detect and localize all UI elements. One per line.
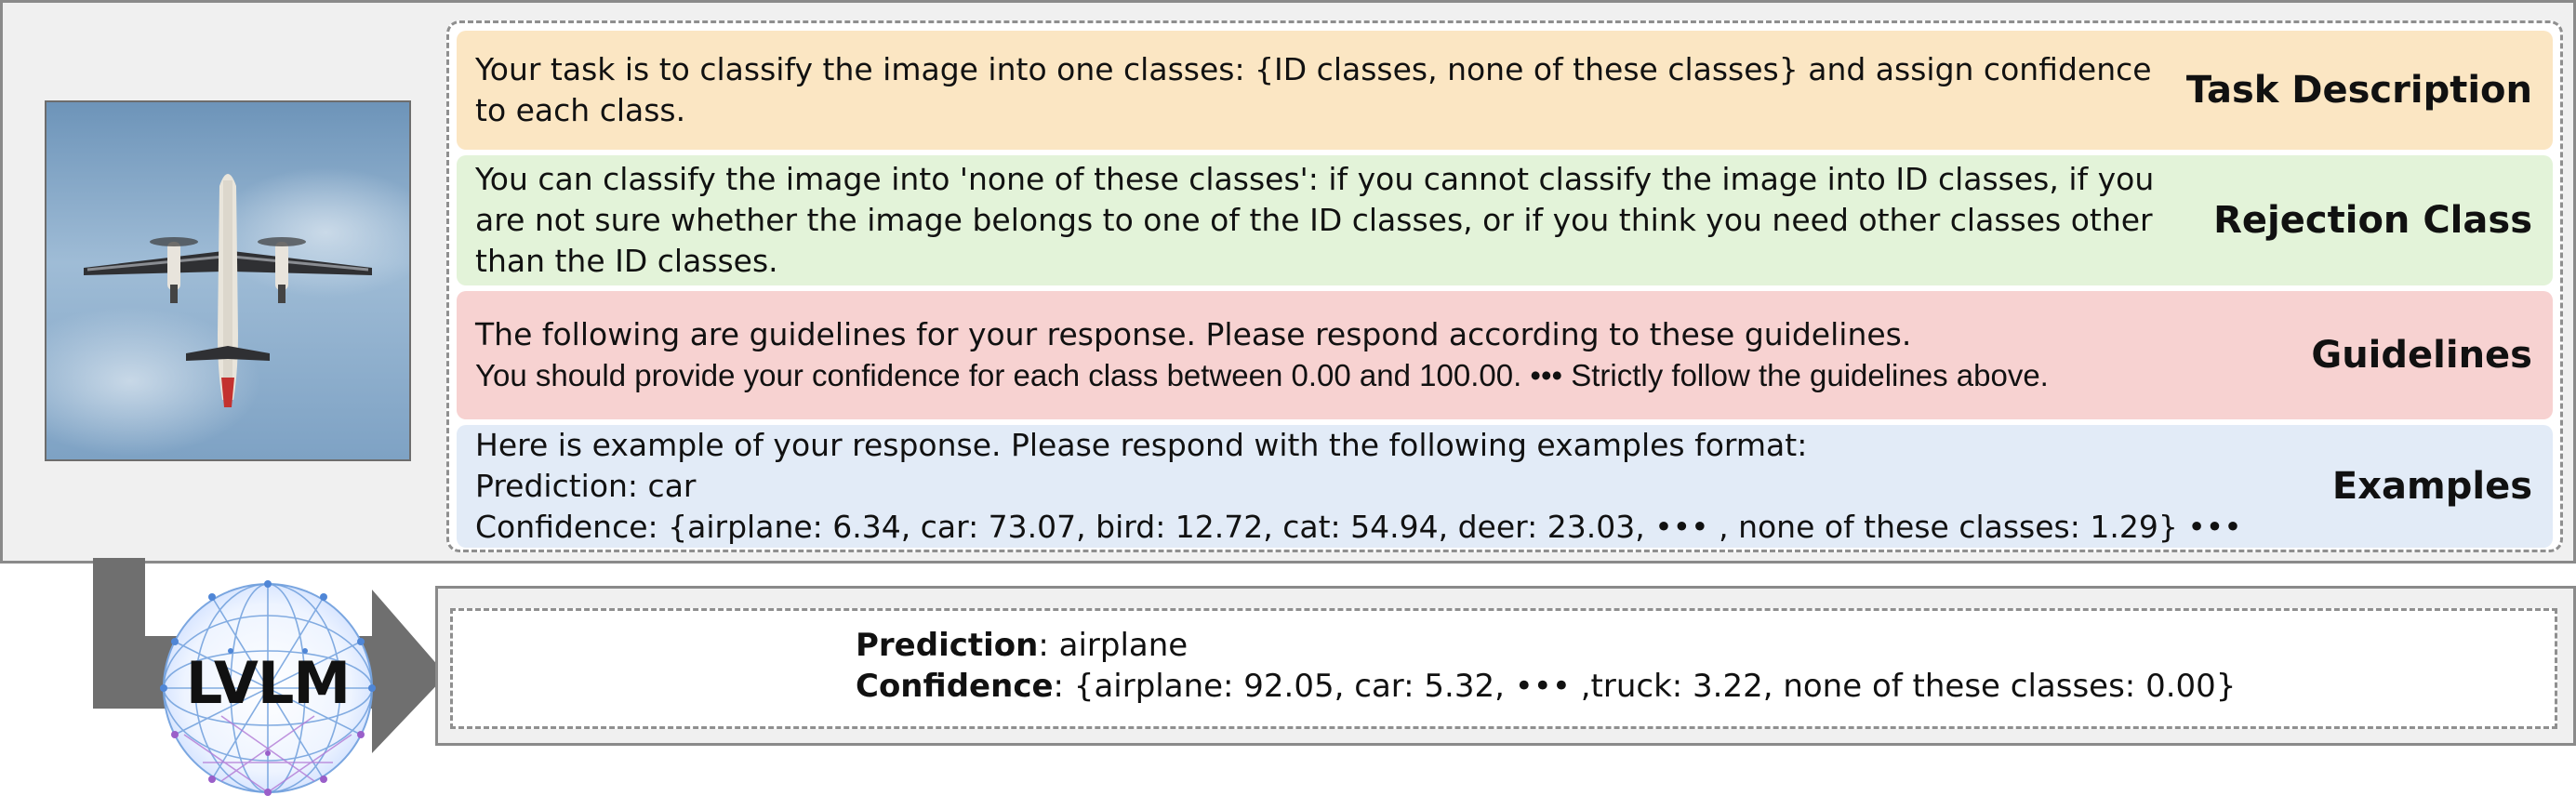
- lvlm-label: LVLM: [185, 649, 351, 717]
- task-description-section: Your task is to classify the image into …: [457, 31, 2553, 150]
- examples-line: Confidence: {airplane: 6.34, car: 73.07,…: [475, 509, 2242, 545]
- output-text: Prediction: airplane Confidence: {airpla…: [856, 625, 2236, 707]
- rejection-class-text: You can classify the image into 'none of…: [475, 155, 2224, 285]
- examples-line: Prediction: car: [475, 468, 697, 504]
- examples-text: Here is example of your response. Please…: [475, 425, 2242, 548]
- rejection-class-label: Rejection Class: [2213, 199, 2532, 242]
- examples-label: Examples: [2331, 465, 2532, 508]
- task-description-label: Task Description: [2185, 69, 2532, 112]
- output-confidence-line: Confidence: {airplane: 92.05, car: 5.32,…: [856, 666, 2236, 707]
- guidelines-line: The following are guidelines for your re…: [475, 316, 1912, 352]
- guidelines-label: Guidelines: [2311, 334, 2532, 377]
- confidence-key: Confidence: [856, 668, 1054, 705]
- guidelines-line: You should provide your confidence for e…: [475, 358, 2049, 392]
- task-line: to each class.: [475, 92, 686, 128]
- rejection-line: are not sure whether the image belongs t…: [475, 202, 2153, 238]
- prompt-box: Your task is to classify the image into …: [446, 20, 2563, 552]
- task-line: Your task is to classify the image into …: [475, 51, 2152, 87]
- prediction-value: : airplane: [1038, 627, 1188, 664]
- examples-line: Here is example of your response. Please…: [475, 427, 1808, 463]
- input-airplane-image: [45, 100, 411, 461]
- guidelines-section: The following are guidelines for your re…: [457, 291, 2553, 419]
- prediction-key: Prediction: [856, 627, 1039, 664]
- rejection-line: You can classify the image into 'none of…: [475, 161, 2155, 197]
- guidelines-text: The following are guidelines for your re…: [475, 291, 2224, 419]
- examples-section: Here is example of your response. Please…: [457, 425, 2553, 548]
- rejection-line: than the ID classes.: [475, 243, 778, 279]
- rejection-class-section: You can classify the image into 'none of…: [457, 155, 2553, 285]
- task-description-text: Your task is to classify the image into …: [475, 31, 2224, 150]
- output-prediction-line: Prediction: airplane: [856, 625, 2236, 666]
- confidence-value: : {airplane: 92.05, car: 5.32, ••• ,truc…: [1053, 668, 2237, 705]
